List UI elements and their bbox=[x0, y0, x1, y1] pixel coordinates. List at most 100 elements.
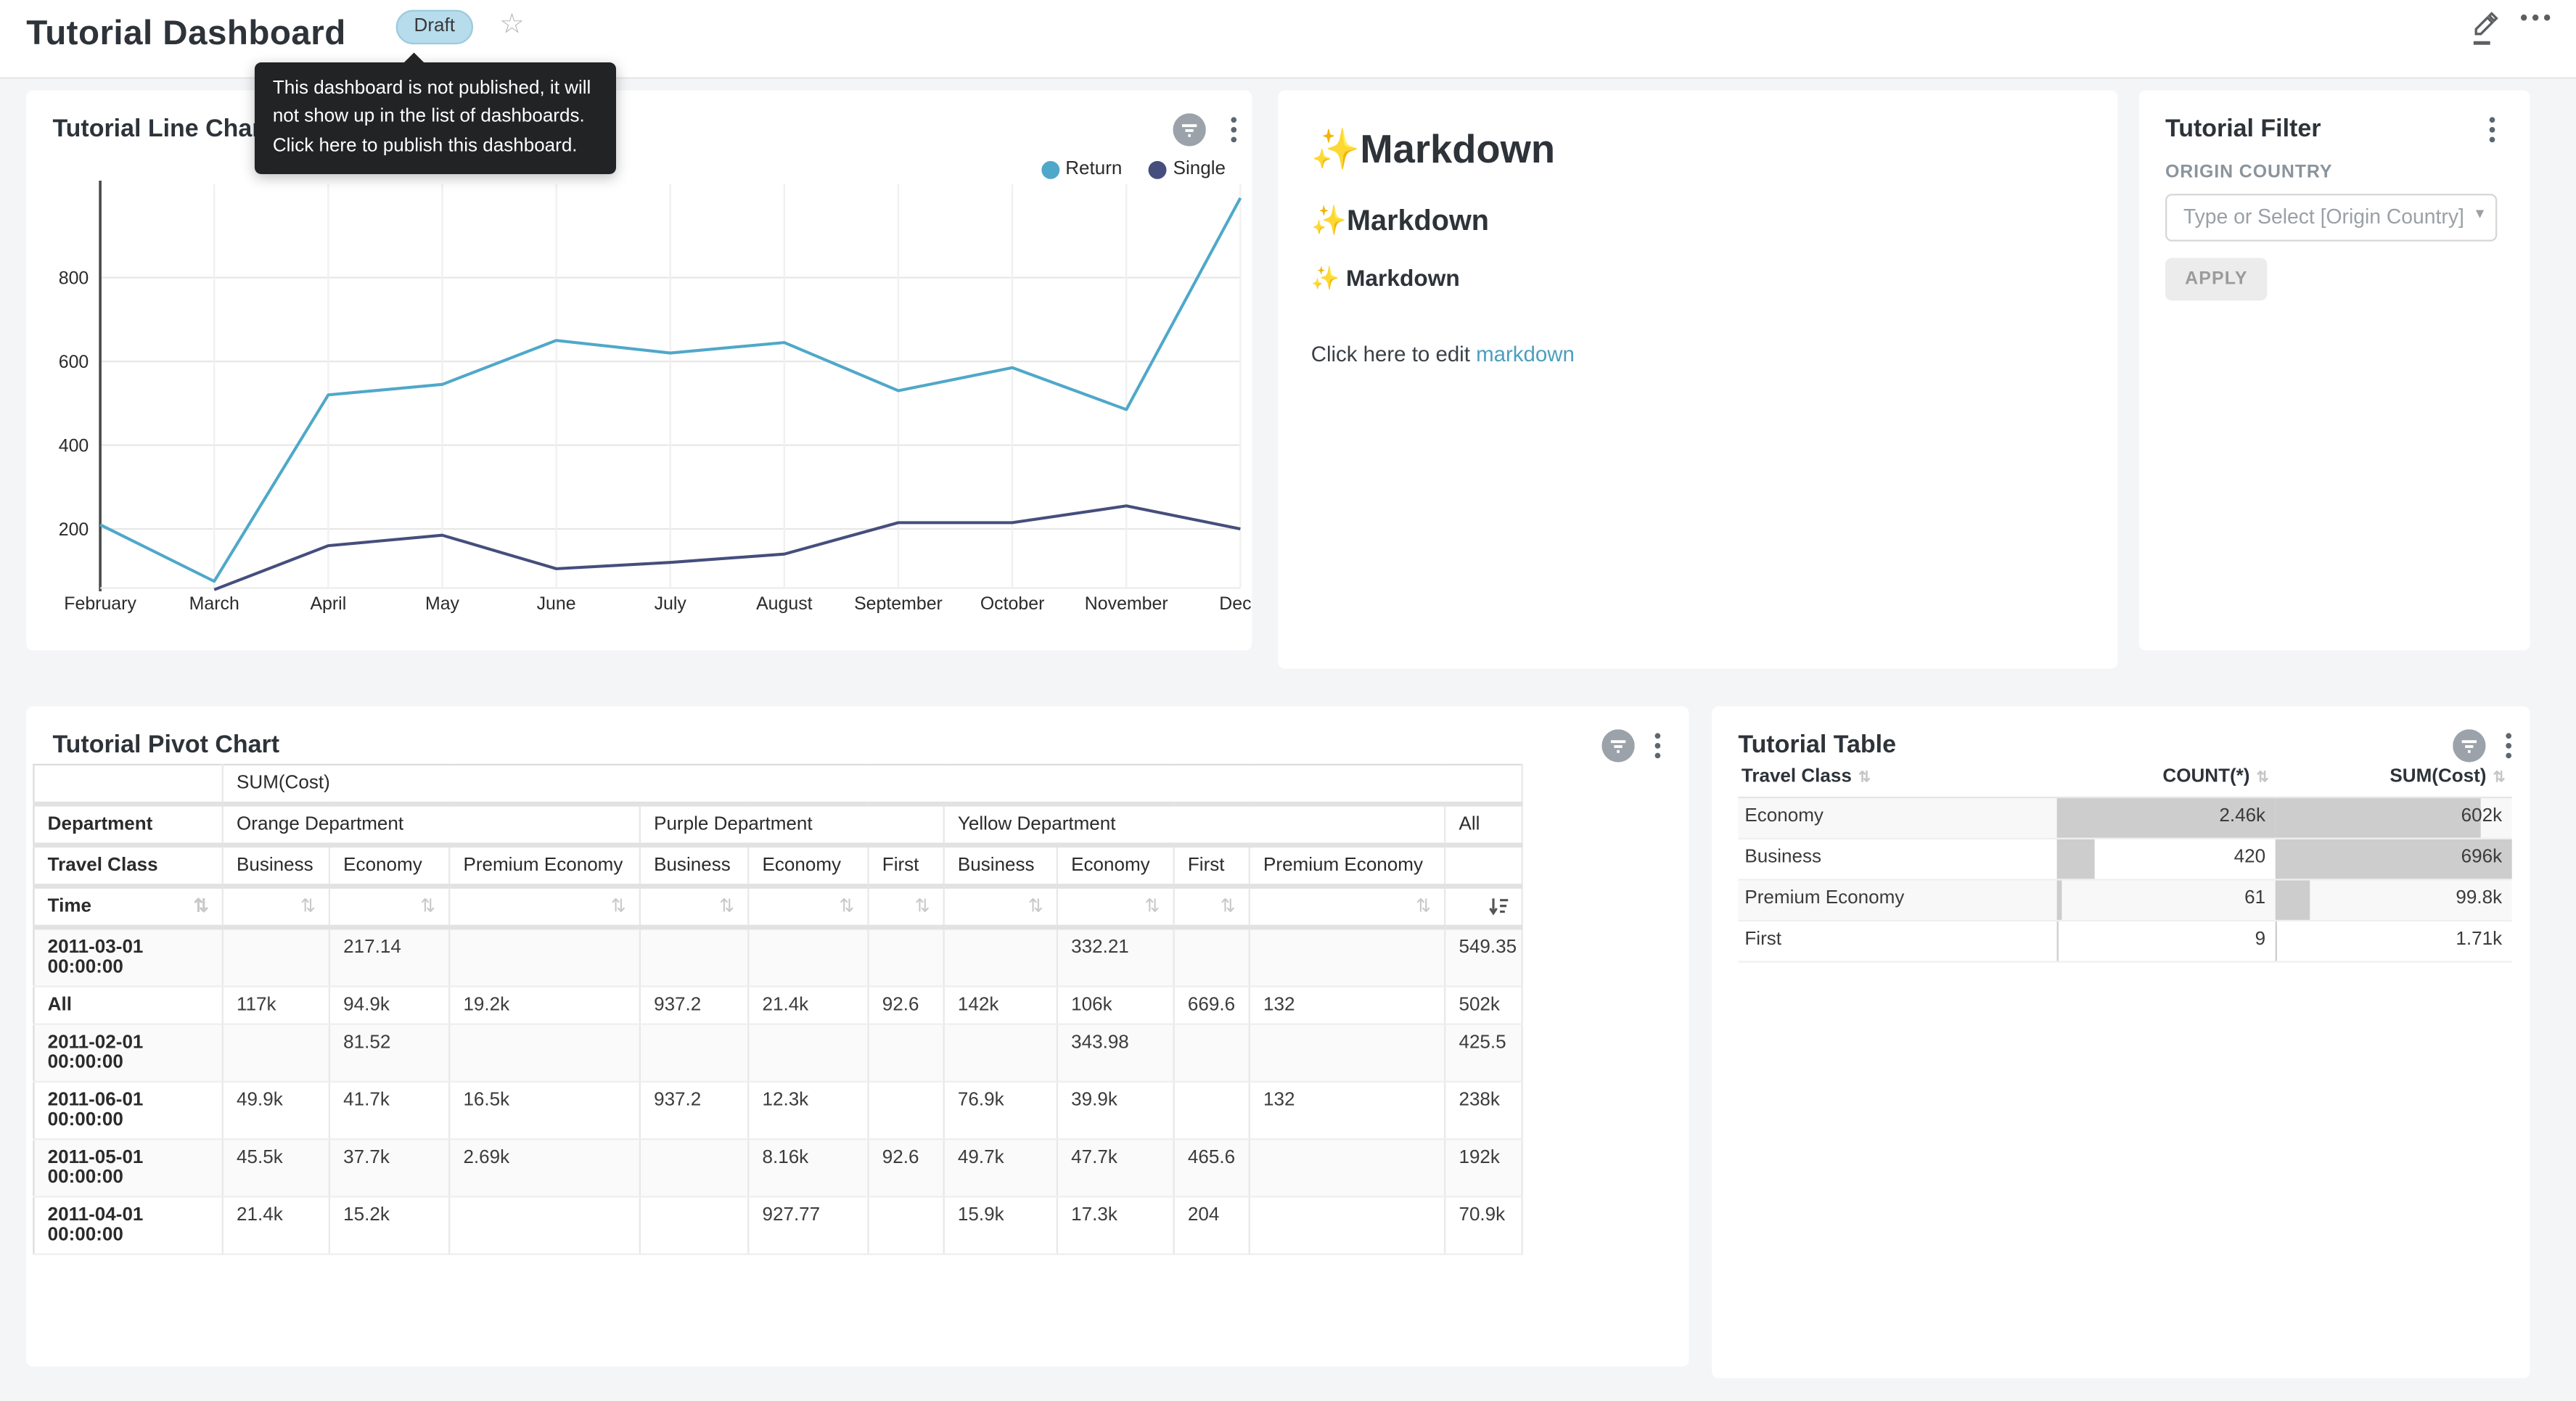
count-cell: 420 bbox=[2057, 839, 2276, 880]
data-table-title: Tutorial Table bbox=[1738, 731, 1896, 758]
table-column-header-travel-class[interactable]: Travel Class⇅ bbox=[1738, 757, 2056, 797]
sort-caret-icon: ⇅ bbox=[2493, 769, 2506, 787]
pivot-value-cell bbox=[1174, 1082, 1250, 1139]
pivot-value-cell: 937.2 bbox=[640, 1082, 748, 1139]
travel-class-cell: First bbox=[1738, 921, 2056, 962]
sort-icon[interactable]: ⇅ bbox=[300, 897, 316, 916]
pivot-value-cell: 2.69k bbox=[449, 1139, 640, 1196]
pivot-group-header: All bbox=[1445, 804, 1522, 845]
series-line-single[interactable] bbox=[214, 506, 1240, 589]
pivot-sort-cell: ⇅ bbox=[1250, 886, 1445, 927]
pivot-value-cell: 45.5k bbox=[223, 1139, 329, 1196]
pivot-class-header: Economy bbox=[1057, 845, 1174, 887]
table-row: Premium Economy6199.8k bbox=[1738, 879, 2511, 921]
pivot-header-cell bbox=[33, 765, 222, 804]
sum-cell: 602k bbox=[2276, 797, 2512, 839]
pivot-row: 2011-03-01 00:00:00217.14332.21549.35 bbox=[33, 927, 1522, 987]
pivot-value-cell: 502k bbox=[1445, 987, 1522, 1024]
sparkles-icon: ✨ bbox=[1311, 128, 1361, 173]
pivot-value-cell: 117k bbox=[223, 987, 329, 1024]
pivot-value-cell bbox=[1174, 927, 1250, 987]
sort-icon[interactable]: ⇅ bbox=[839, 897, 854, 916]
sort-icon[interactable]: ⇅ bbox=[1221, 897, 1236, 916]
pivot-value-cell: 70.9k bbox=[1445, 1196, 1522, 1254]
card-menu-kebab-icon[interactable] bbox=[1646, 729, 1670, 762]
pivot-value-cell: 217.14 bbox=[329, 927, 449, 987]
pivot-value-cell: 106k bbox=[1057, 987, 1174, 1024]
svg-text:September: September bbox=[854, 593, 943, 614]
pivot-sort-cell: ⇅ bbox=[869, 886, 944, 927]
sort-icon[interactable]: ⇅ bbox=[611, 897, 626, 916]
pivot-value-cell: 142k bbox=[944, 987, 1057, 1024]
sort-icon[interactable]: ⇅ bbox=[194, 897, 209, 916]
line-chart-card: Tutorial Line Chart ReturnSingle 2004006… bbox=[26, 91, 1252, 651]
pivot-value-cell: 81.52 bbox=[329, 1024, 449, 1082]
pivot-value-cell: 17.3k bbox=[1057, 1196, 1174, 1254]
pivot-value-cell bbox=[1250, 1139, 1445, 1196]
line-chart-plot[interactable]: 200400600800FebruaryMarchAprilMayJuneJul… bbox=[26, 91, 1252, 651]
page-title: Tutorial Dashboard bbox=[26, 15, 345, 54]
pivot-sort-cell: ⇅ bbox=[223, 886, 329, 927]
pivot-value-cell: 343.98 bbox=[1057, 1024, 1174, 1082]
markdown-h2: ✨Markdown bbox=[1311, 204, 2085, 239]
pivot-chart-card: Tutorial Pivot Chart SUM(Cost)Department… bbox=[26, 707, 1689, 1367]
pivot-value-cell bbox=[944, 927, 1057, 987]
pivot-class-header: First bbox=[869, 845, 944, 887]
pivot-group-header: Purple Department bbox=[640, 804, 944, 845]
table-column-header-sum[interactable]: SUM(Cost)⇅ bbox=[2276, 757, 2512, 797]
pivot-class-header: First bbox=[1174, 845, 1250, 887]
pivot-dimension-header: Department bbox=[33, 804, 222, 845]
pivot-value-cell bbox=[223, 927, 329, 987]
pivot-value-cell: 332.21 bbox=[1057, 927, 1174, 987]
cell-bar bbox=[2276, 881, 2310, 920]
sort-icon[interactable]: ⇅ bbox=[1028, 897, 1043, 916]
markdown-h3: ✨ Markdown bbox=[1311, 265, 2085, 292]
pivot-value-cell: 92.6 bbox=[869, 1139, 944, 1196]
pivot-class-header bbox=[1445, 845, 1522, 887]
count-cell: 2.46k bbox=[2057, 797, 2276, 839]
sort-icon[interactable]: ⇅ bbox=[719, 897, 734, 916]
dashboard-page: Tutorial Dashboard Draft ☆ ••• This dash… bbox=[0, 0, 2576, 1401]
pivot-value-cell bbox=[1250, 1024, 1445, 1082]
edit-pencil-icon[interactable] bbox=[2468, 10, 2504, 46]
pivot-row: 2011-06-01 00:00:0049.9k41.7k16.5k937.21… bbox=[33, 1082, 1522, 1139]
draft-status-badge[interactable]: Draft bbox=[396, 10, 473, 45]
select-placeholder: Type or Select [Origin Country] bbox=[2183, 205, 2464, 229]
sort-icon[interactable]: ⇅ bbox=[420, 897, 435, 916]
pivot-value-cell: 132 bbox=[1250, 1082, 1445, 1139]
sort-icon[interactable]: ⇅ bbox=[1145, 897, 1160, 916]
more-actions-icon[interactable]: ••• bbox=[2520, 5, 2555, 30]
svg-text:June: June bbox=[537, 593, 576, 614]
svg-text:200: 200 bbox=[59, 519, 89, 540]
pivot-sort-cell: ⇅ bbox=[329, 886, 449, 927]
svg-text:800: 800 bbox=[59, 268, 89, 289]
origin-country-select[interactable]: Type or Select [Origin Country] ▾ bbox=[2165, 194, 2497, 242]
table-row: Economy2.46k602k bbox=[1738, 797, 2511, 839]
sort-descending-icon[interactable] bbox=[1489, 897, 1509, 916]
svg-text:600: 600 bbox=[59, 352, 89, 372]
pivot-row: 2011-05-01 00:00:0045.5k37.7k2.69k8.16k9… bbox=[33, 1139, 1522, 1196]
pivot-value-cell bbox=[869, 927, 944, 987]
pivot-value-cell: 132 bbox=[1250, 987, 1445, 1024]
table-column-header-count[interactable]: COUNT(*)⇅ bbox=[2057, 757, 2276, 797]
pivot-value-cell: 8.16k bbox=[748, 1139, 868, 1196]
pivot-value-cell: 92.6 bbox=[869, 987, 944, 1024]
tooltip-text: This dashboard is not published, it will… bbox=[273, 79, 591, 155]
sort-icon[interactable]: ⇅ bbox=[915, 897, 930, 916]
markdown-h1: ✨Markdown bbox=[1311, 126, 2085, 174]
pivot-sort-cell: ⇅ bbox=[1057, 886, 1174, 927]
pivot-value-cell bbox=[1250, 1196, 1445, 1254]
apply-button[interactable]: APPLY bbox=[2165, 258, 2268, 300]
data-table-card: Tutorial Table Travel Class⇅COUNT(*)⇅SUM… bbox=[1712, 707, 2530, 1379]
edit-markdown-link[interactable]: markdown bbox=[1476, 342, 1575, 366]
filter-indicator-icon[interactable] bbox=[1601, 729, 1634, 762]
pivot-value-cell: 19.2k bbox=[449, 987, 640, 1024]
pivot-value-cell bbox=[1174, 1024, 1250, 1082]
card-menu-kebab-icon[interactable] bbox=[2481, 113, 2504, 146]
pivot-value-cell bbox=[748, 1024, 868, 1082]
sort-icon[interactable]: ⇅ bbox=[1416, 897, 1431, 916]
pivot-group-header: Yellow Department bbox=[944, 804, 1445, 845]
svg-text:October: October bbox=[980, 593, 1045, 614]
pivot-class-header: Travel Class bbox=[33, 845, 222, 887]
favorite-star-icon[interactable]: ☆ bbox=[499, 8, 525, 41]
